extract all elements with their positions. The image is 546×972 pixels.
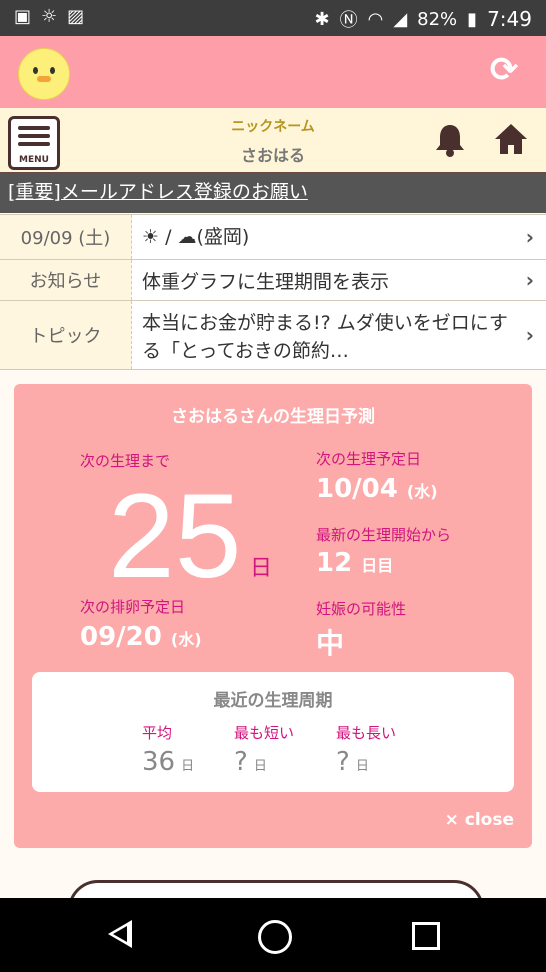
shortest-value: ? [234, 747, 248, 777]
cycle-title: 最近の生理周期 [213, 691, 333, 711]
next-period-date-block: 10/04 (水) [316, 474, 438, 504]
longest-unit: 日 [355, 759, 369, 774]
since-unit: 日目 [361, 556, 394, 575]
shortest-unit: 日 [253, 759, 267, 774]
topic-value: 本当にお金が貯まる!? ムダ使いをゼロにする「とっておきの節約… [142, 312, 508, 362]
since-value: 12 [316, 548, 353, 578]
signal-icon: ◢ [393, 8, 408, 30]
weather-row[interactable]: 09/09 (土) ☀ / ☁(盛岡) › [0, 215, 546, 260]
home-circle-icon[interactable] [258, 920, 292, 954]
refresh-icon[interactable]: ⟳ [484, 50, 524, 90]
weather-icon: ☼ [41, 6, 68, 27]
ovulation-date: 09/20 [80, 622, 162, 652]
period-prediction-card: さおはるさんの生理日予測 次の生理まで 25 日 次の生理予定日 10/04 (… [14, 384, 532, 848]
chick-icon[interactable] [18, 48, 70, 100]
ovulation-block: 09/20 (水) [80, 622, 202, 652]
since-label: 最新の生理開始から [316, 526, 452, 544]
longest-label: 最も長い [336, 724, 397, 742]
important-notice-link[interactable]: [重要]メールアドレス登録のお願い [0, 173, 546, 213]
prediction-title: さおはるさんの生理日予測 [171, 407, 375, 427]
topic-label: トピック [0, 301, 132, 369]
battery-icon: ▮ [467, 8, 478, 30]
app-header: ⟳ [0, 36, 546, 108]
cycle-average: 平均 36 日 [142, 722, 242, 777]
image-icon: ▨ [67, 6, 95, 27]
ovulation-dow: (水) [170, 630, 202, 649]
avg-value-block: 36 日 [142, 747, 242, 777]
pregnancy-value: 中 [316, 627, 345, 660]
days-unit: 日 [250, 556, 273, 581]
avg-value: 36 [142, 747, 176, 777]
status-left-icons: ▣☼▨ [14, 6, 94, 27]
since-block: 12 日目 [316, 548, 393, 578]
avg-unit: 日 [181, 759, 195, 774]
until-label: 次の生理まで [80, 452, 171, 470]
cycle-longest: 最も長い ? 日 [336, 722, 436, 777]
date-label: 09/09 (土) [0, 215, 132, 259]
shortest-label: 最も短い [234, 724, 295, 742]
weather-value: ☀ / ☁(盛岡) [142, 226, 250, 248]
android-nav-bar [0, 898, 546, 972]
recent-cycle-panel: 最近の生理周期 平均 36 日 最も短い ? 日 最も長い ? 日 [32, 672, 514, 792]
next-period-dow: (水) [406, 482, 438, 501]
info-table: 09/09 (土) ☀ / ☁(盛岡) › お知らせ 体重グラフに生理期間を表示… [0, 214, 546, 370]
battery-text: 82% [417, 8, 458, 30]
recent-apps-icon[interactable] [412, 922, 440, 950]
bell-icon[interactable] [434, 122, 466, 158]
wifi-icon: ◠ [367, 8, 384, 30]
contacts-icon: ▣ [14, 6, 42, 27]
nfc-icon: Ⓝ [339, 10, 358, 31]
home-icon[interactable] [494, 122, 528, 156]
news-row[interactable]: お知らせ 体重グラフに生理期間を表示 › [0, 260, 546, 301]
clock: 7:49 [487, 7, 532, 31]
bluetooth-icon: ✱ [314, 8, 330, 30]
news-value: 体重グラフに生理期間を表示 [142, 271, 390, 293]
chevron-right-icon: › [525, 268, 534, 292]
status-bar: ▣☼▨ ✱ Ⓝ ◠ ◢ 82% ▮ 7:49 [0, 0, 546, 36]
longest-value-block: ? 日 [336, 747, 436, 777]
chevron-right-icon: › [525, 323, 534, 347]
next-period-label: 次の生理予定日 [316, 450, 422, 468]
shortest-value-block: ? 日 [234, 747, 334, 777]
status-right-icons: ✱ Ⓝ ◠ ◢ 82% ▮ 7:49 [315, 6, 533, 32]
close-button[interactable]: × close [445, 810, 514, 830]
news-label: お知らせ [0, 260, 132, 300]
days-until-value: 25 [108, 469, 242, 603]
pregnancy-label: 妊娠の可能性 [316, 600, 407, 618]
longest-value: ? [336, 747, 350, 777]
topic-row[interactable]: トピック 本当にお金が貯まる!? ムダ使いをゼロにする「とっておきの節約… › [0, 301, 546, 370]
sub-header: MENU ニックネーム さおはる [0, 108, 546, 175]
chevron-right-icon: › [525, 225, 534, 249]
cycle-shortest: 最も短い ? 日 [234, 722, 334, 777]
next-period-date: 10/04 [316, 474, 398, 504]
avg-label: 平均 [142, 724, 173, 742]
ovulation-label: 次の排卵予定日 [80, 598, 186, 616]
